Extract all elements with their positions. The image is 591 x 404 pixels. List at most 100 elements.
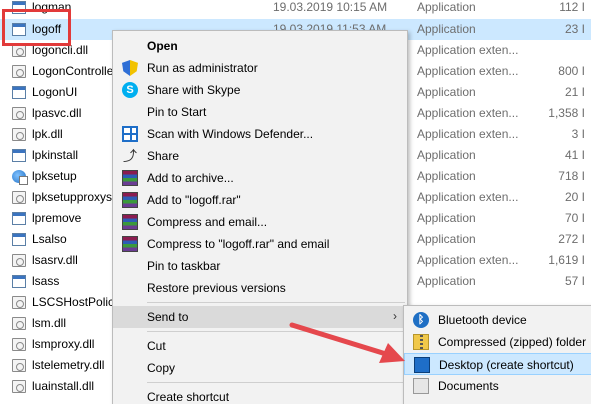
file-type: Application [417,22,476,36]
menu-item-open[interactable]: Open [113,35,407,57]
documents-icon [413,378,429,394]
menu-item-label: Pin to taskbar [147,259,221,273]
menu-item-share[interactable]: ⤴ Share [113,145,407,167]
shield-icon [122,60,138,76]
file-name: LSCSHostPolicy [32,295,121,309]
menu-item-scan-defender[interactable]: Scan with Windows Defender... [113,123,407,145]
file-name: lpksetup [32,169,77,183]
file-name: lpremove [32,211,82,225]
submenu-item-bluetooth[interactable]: ᛒ Bluetooth device [404,309,591,331]
submenu-item-label: Documents [438,379,499,393]
zip-folder-icon [413,334,429,350]
menu-item-label: Cut [147,339,166,353]
file-date: 19.03.2019 10:15 AM [273,0,388,14]
dll-icon [12,296,26,309]
bluetooth-icon: ᛒ [413,312,429,328]
skype-icon: S [122,82,138,98]
file-type: Application exten... [417,253,519,267]
menu-item-pin-taskbar[interactable]: Pin to taskbar [113,255,407,277]
file-name: lpkinstall [32,148,79,162]
share-icon: ⤴ [123,148,137,164]
menu-separator [147,302,405,303]
dll-icon [12,65,26,78]
menu-item-label: Add to "logoff.rar" [147,193,241,207]
globe-icon [12,170,28,185]
file-name: lpk.dll [32,127,63,141]
file-size: 70 I [564,211,585,225]
menu-item-pin-start[interactable]: Pin to Start [113,101,407,123]
file-type: Application [417,274,476,288]
submenu-item-desktop[interactable]: Desktop (create shortcut) [404,353,591,375]
menu-item-label: Copy [147,361,176,375]
file-size: 718 I [558,169,585,183]
submenu-item-label: Compressed (zipped) folder [438,335,587,349]
file-size: 800 I [558,64,585,78]
winrar-icon [122,236,138,252]
file-type: Application [417,85,476,99]
app-icon [12,233,26,246]
submenu-item-documents[interactable]: Documents [404,375,591,397]
file-type: Application [417,0,476,14]
file-type: Application [417,232,476,246]
file-name: luainstall.dll [32,379,95,393]
defender-icon [122,126,138,142]
file-row[interactable]: logman 19.03.2019 10:15 AM Application 1… [0,0,591,18]
file-type: Application [417,169,476,183]
file-type: Application exten... [417,43,519,57]
winrar-icon [122,192,138,208]
file-size: 20 I [564,190,585,204]
file-size: 1,358 I [548,106,585,120]
file-size: 41 I [564,148,585,162]
submenu-item-label: Desktop (create shortcut) [439,358,574,372]
file-name: Lsalso [32,232,67,246]
app-icon [12,86,26,99]
menu-item-label: Compress to "logoff.rar" and email [147,237,330,251]
menu-item-restore-versions[interactable]: Restore previous versions [113,277,407,299]
menu-item-label: Run as administrator [147,61,258,75]
highlight-box [2,9,71,46]
file-size: 3 I [571,127,585,141]
dll-icon [12,128,26,141]
menu-item-label: Share [147,149,180,163]
menu-separator [147,331,405,332]
menu-item-label: Open [147,39,178,53]
menu-item-send-to[interactable]: Send to › [113,306,407,328]
menu-item-label: Restore previous versions [147,281,286,295]
menu-item-label: Pin to Start [147,105,207,119]
menu-item-cut[interactable]: Cut [113,335,407,357]
file-size: 272 I [558,232,585,246]
submenu-item-zip-folder[interactable]: Compressed (zipped) folder [404,331,591,353]
file-name: lsmproxy.dll [32,337,95,351]
file-size: 21 I [564,85,585,99]
menu-item-copy[interactable]: Copy [113,357,407,379]
file-size: 57 I [564,274,585,288]
menu-item-add-archive[interactable]: Add to archive... [113,167,407,189]
menu-item-compress-email[interactable]: Compress and email... [113,211,407,233]
dll-icon [12,380,26,393]
file-name: lsass [32,274,60,288]
file-name: lsasrv.dll [32,253,78,267]
send-to-submenu: ᛒ Bluetooth device Compressed (zipped) f… [403,305,591,404]
app-icon [12,212,26,225]
file-name: lstelemetry.dll [32,358,105,372]
menu-item-label: Compress and email... [147,215,268,229]
file-type: Application exten... [417,106,519,120]
chevron-right-icon: › [393,309,397,323]
menu-item-share-skype[interactable]: S Share with Skype [113,79,407,101]
menu-item-label: Scan with Windows Defender... [147,127,314,141]
menu-item-add-to-rar[interactable]: Add to "logoff.rar" [113,189,407,211]
menu-item-create-shortcut[interactable]: Create shortcut [113,386,407,404]
menu-item-compress-rar-email[interactable]: Compress to "logoff.rar" and email [113,233,407,255]
file-size: 112 I [559,0,585,14]
file-name: lpksetupproxyse [32,190,119,204]
dll-icon [12,359,26,372]
context-menu: Open Run as administrator S Share with S… [112,30,408,404]
file-name: lsm.dll [32,316,67,330]
app-icon [12,275,26,288]
submenu-item-label: Bluetooth device [438,313,527,327]
file-type: Application [417,211,476,225]
menu-item-run-as-admin[interactable]: Run as administrator [113,57,407,79]
file-type: Application exten... [417,190,519,204]
file-type: Application [417,148,476,162]
menu-item-label: Share with Skype [147,83,241,97]
